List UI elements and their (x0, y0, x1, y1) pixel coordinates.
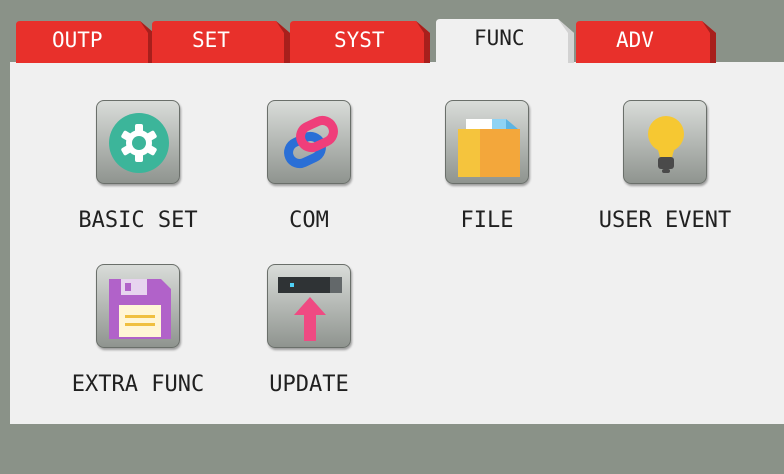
status-bar (0, 424, 784, 474)
floppy-disk-icon (109, 279, 171, 339)
tab-adv[interactable]: ADV (574, 19, 720, 63)
update-label: UPDATE (269, 372, 349, 397)
update-button[interactable]: UPDATE (224, 264, 394, 397)
link-icon (284, 115, 338, 169)
basic-set-label: BASIC SET (78, 208, 198, 233)
extra-func-button[interactable]: EXTRA FUNC (53, 264, 223, 397)
file-label: FILE (460, 208, 514, 233)
tab-set-label: SET (192, 28, 230, 52)
tab-set[interactable]: SET (150, 19, 296, 63)
folder-icon (458, 119, 520, 177)
func-panel: BASIC SET COM FILE USER EVENT EXTRA FUNC… (10, 62, 784, 424)
user-event-label: USER EVENT (598, 208, 732, 233)
lightbulb-icon (648, 116, 684, 173)
update-tile (267, 264, 351, 348)
tab-adv-label: ADV (616, 28, 654, 52)
basic-set-tile (96, 100, 180, 184)
basic-set-button[interactable]: BASIC SET (53, 100, 223, 233)
tab-func[interactable]: FUNC (434, 17, 580, 63)
extra-func-tile (96, 264, 180, 348)
gear-icon (109, 113, 169, 173)
user-event-tile (623, 100, 707, 184)
tab-outp[interactable]: OUTP (12, 19, 158, 63)
com-label: COM (289, 208, 329, 233)
com-tile (267, 100, 351, 184)
file-button[interactable]: FILE (402, 100, 572, 233)
com-button[interactable]: COM (224, 100, 394, 233)
user-event-button[interactable]: USER EVENT (580, 100, 750, 233)
tab-syst[interactable]: SYST (288, 19, 438, 63)
file-tile (445, 100, 529, 184)
tab-bar: OUTP SET SYST ADV FUNC (0, 0, 784, 63)
tab-func-label: FUNC (474, 26, 525, 50)
upload-icon (278, 277, 342, 341)
extra-func-label: EXTRA FUNC (71, 372, 205, 397)
tab-syst-label: SYST (334, 28, 385, 52)
tab-outp-label: OUTP (52, 28, 103, 52)
